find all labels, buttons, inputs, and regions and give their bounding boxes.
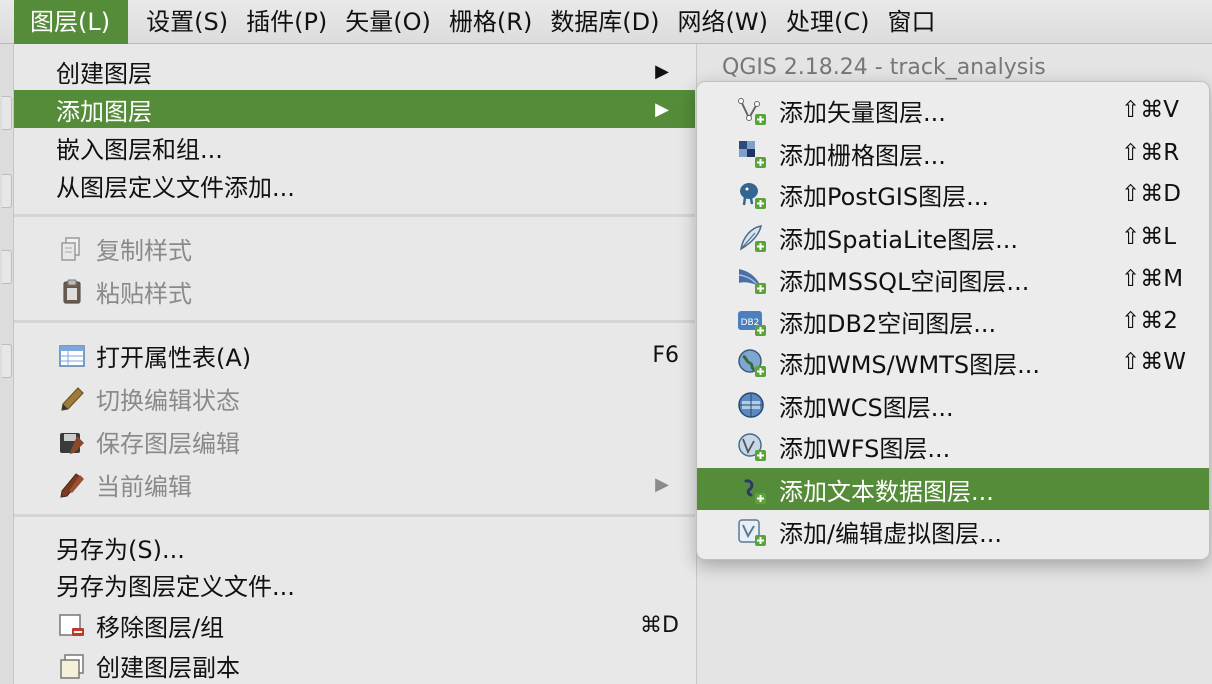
menu-item-label: 另存为图层定义文件...: [56, 572, 295, 601]
submenu-item-add-spatialite-layer[interactable]: 添加SpatiaLite图层... ⇧⌘L: [697, 216, 1209, 258]
pencil-icon: [58, 385, 86, 413]
toolbar-edge: [0, 44, 14, 684]
menubar-settings[interactable]: 设置(S): [128, 0, 228, 44]
menu-item-save-as-definition[interactable]: 另存为图层定义文件...: [14, 563, 695, 605]
menubar-database[interactable]: 数据库(D): [532, 0, 659, 44]
remove-layer-icon: [58, 612, 86, 640]
submenu-item-label: 添加WMS/WMTS图层...: [779, 350, 1040, 379]
menu-item-label: 保存图层编辑: [96, 429, 240, 458]
paste-style-icon: [58, 278, 86, 306]
menubar-processing[interactable]: 处理(C): [768, 0, 869, 44]
raster-layer-icon: [737, 139, 767, 169]
menubar-vector[interactable]: 矢量(O): [327, 0, 431, 44]
submenu-item-add-postgis-layer[interactable]: 添加PostGIS图层... ⇧⌘D: [697, 173, 1209, 215]
menu-item-save-as[interactable]: 另存为(S)...: [14, 526, 695, 568]
menu-shortcut: ⇧⌘V: [1121, 97, 1180, 123]
menu-item-label: 创建图层: [56, 59, 152, 88]
save-edits-icon: [58, 428, 86, 456]
menubar: 图层(L) 设置(S) 插件(P) 矢量(O) 栅格(R) 数据库(D) 网络(…: [0, 0, 1212, 44]
menu-item-toggle-editing[interactable]: 切换编辑状态: [14, 377, 695, 419]
submenu-arrow-icon: ▶: [655, 473, 669, 495]
menu-item-copy-style[interactable]: 复制样式: [14, 227, 695, 269]
menu-item-add-layer[interactable]: 添加图层 ▶: [14, 90, 695, 128]
submenu-item-label: 添加SpatiaLite图层...: [779, 225, 1019, 254]
submenu-item-label: 添加/编辑虚拟图层...: [779, 519, 1002, 548]
submenu-item-label: 添加WFS图层...: [779, 434, 951, 463]
menu-item-duplicate-layer[interactable]: 创建图层副本: [14, 644, 695, 684]
submenu-item-add-wcs-layer[interactable]: 添加WCS图层...: [697, 384, 1209, 426]
menubar-layer[interactable]: 图层(L): [14, 0, 129, 44]
menu-item-label: 从图层定义文件添加...: [56, 173, 295, 202]
submenu-item-add-virtual-layer[interactable]: 添加/编辑虚拟图层...: [697, 510, 1209, 552]
menu-item-label: 嵌入图层和组...: [56, 135, 223, 164]
menu-item-label: 打开属性表(A): [96, 343, 252, 372]
submenu-item-add-wms-layer[interactable]: 添加WMS/WMTS图层... ⇧⌘W: [697, 341, 1209, 383]
menu-item-remove-layer[interactable]: 移除图层/组 ⌘D: [14, 604, 695, 646]
submenu-item-label: 添加栅格图层...: [779, 141, 946, 170]
add-layer-submenu: 添加矢量图层... ⇧⌘V 添加栅格图层... ⇧⌘R 添加PostGIS图层.…: [696, 81, 1210, 560]
submenu-arrow-icon: ▶: [655, 60, 669, 82]
menu-item-label: 添加图层: [56, 97, 152, 126]
menu-shortcut: ⇧⌘L: [1121, 224, 1177, 250]
menu-shortcut: ⇧⌘M: [1121, 266, 1184, 292]
wcs-icon: [737, 391, 767, 421]
copy-style-icon: [58, 235, 86, 263]
submenu-arrow-icon: ▶: [655, 98, 669, 120]
window-title: QGIS 2.18.24 - track_analysis: [722, 55, 1046, 80]
menubar-web[interactable]: 网络(W): [660, 0, 768, 44]
menu-separator: [14, 214, 695, 220]
menu-shortcut: ⌘D: [640, 612, 679, 638]
submenu-item-add-wfs-layer[interactable]: 添加WFS图层...: [697, 425, 1209, 467]
menubar-window[interactable]: 窗口: [869, 0, 935, 44]
submenu-item-add-mssql-layer[interactable]: 添加MSSQL空间图层... ⇧⌘M: [697, 258, 1209, 300]
menu-item-label: 创建图层副本: [96, 653, 240, 682]
edits-icon: [58, 471, 86, 499]
submenu-item-label: 添加PostGIS图层...: [779, 182, 990, 211]
menu-item-create-layer[interactable]: 创建图层 ▶: [14, 50, 695, 92]
menu-item-label: 复制样式: [96, 236, 192, 265]
menu-shortcut: F6: [652, 342, 679, 368]
menubar-plugins[interactable]: 插件(P): [228, 0, 327, 44]
menu-item-current-edits[interactable]: 当前编辑 ▶: [14, 463, 695, 505]
menu-separator: [14, 514, 695, 520]
vector-layer-icon: [737, 96, 767, 126]
menu-item-open-attribute-table[interactable]: 打开属性表(A) F6: [14, 334, 695, 376]
submenu-item-label: 添加MSSQL空间图层...: [779, 267, 1030, 296]
menu-item-paste-style[interactable]: 粘贴样式: [14, 270, 695, 312]
menu-item-add-from-definition[interactable]: 从图层定义文件添加...: [14, 164, 695, 206]
layer-menu: 创建图层 ▶ 添加图层 ▶ 嵌入图层和组... 从图层定义文件添加... 复制样…: [14, 44, 697, 684]
postgis-icon: [737, 180, 767, 210]
duplicate-layer-icon: [58, 652, 86, 680]
submenu-item-label: 添加DB2空间图层...: [779, 309, 997, 338]
menu-separator: [14, 320, 695, 326]
mssql-icon: [737, 265, 767, 295]
db2-icon: DB2: [737, 307, 767, 337]
submenu-item-label: 添加文本数据图层...: [779, 477, 994, 506]
menu-item-save-layer-edits[interactable]: 保存图层编辑: [14, 420, 695, 462]
menu-item-label: 粘贴样式: [96, 279, 192, 308]
submenu-item-add-delimited-text-layer[interactable]: 添加文本数据图层...: [697, 468, 1209, 510]
menu-shortcut: ⇧⌘R: [1121, 140, 1180, 166]
menu-shortcut: ⇧⌘W: [1121, 349, 1187, 375]
submenu-item-label: 添加矢量图层...: [779, 98, 946, 127]
delimited-text-icon: [737, 475, 767, 505]
menu-item-label: 当前编辑: [96, 472, 192, 501]
virtual-layer-icon: [737, 517, 767, 547]
menu-shortcut: ⇧⌘D: [1121, 181, 1181, 207]
menu-shortcut: ⇧⌘2: [1121, 308, 1178, 334]
submenu-item-add-db2-layer[interactable]: DB2 添加DB2空间图层... ⇧⌘2: [697, 300, 1209, 342]
submenu-item-add-raster-layer[interactable]: 添加栅格图层... ⇧⌘R: [697, 132, 1209, 174]
menu-item-label: 切换编辑状态: [96, 386, 240, 415]
submenu-item-label: 添加WCS图层...: [779, 393, 954, 422]
menubar-raster[interactable]: 栅格(R): [431, 0, 532, 44]
submenu-item-add-vector-layer[interactable]: 添加矢量图层... ⇧⌘V: [697, 89, 1209, 131]
attribute-table-icon: [58, 342, 86, 370]
menu-item-label: 另存为(S)...: [56, 535, 185, 564]
wfs-icon: [737, 432, 767, 462]
wms-icon: [737, 348, 767, 378]
spatialite-icon: [737, 223, 767, 253]
menu-item-embed-layers[interactable]: 嵌入图层和组...: [14, 126, 695, 168]
menu-item-label: 移除图层/组: [96, 613, 225, 642]
